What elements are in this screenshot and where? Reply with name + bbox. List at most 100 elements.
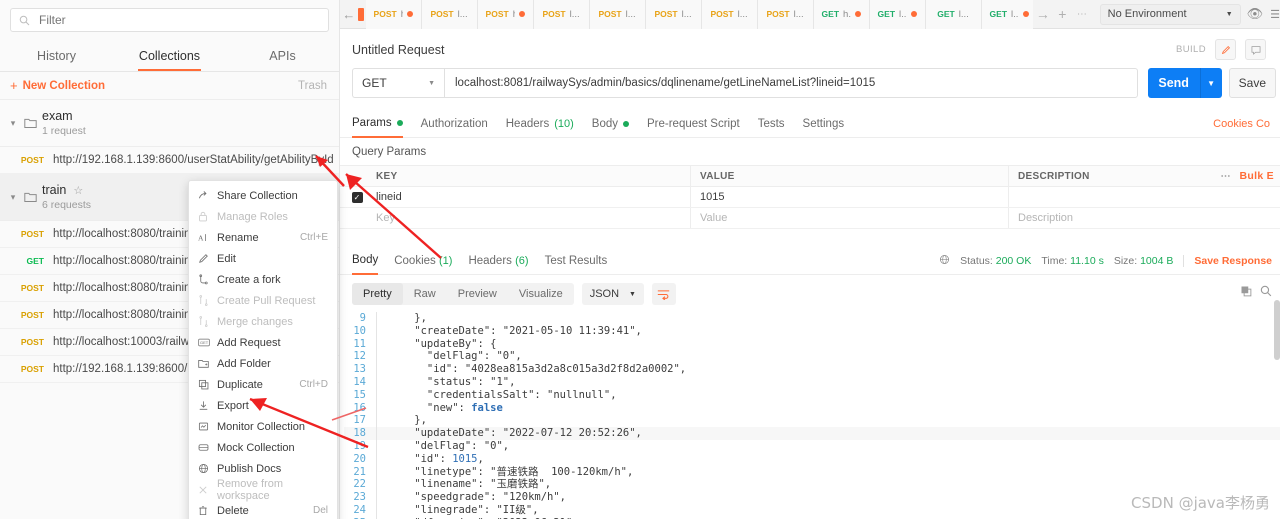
chevron-down-icon[interactable]: ▾ (6, 118, 20, 129)
view-mode-visualize[interactable]: Visualize (508, 283, 574, 305)
param-key-cell[interactable]: Key (374, 208, 691, 228)
tab-item[interactable]: POST l... (645, 0, 702, 29)
menu-item-mock-collection[interactable]: Mock Collection (189, 437, 337, 458)
tab-item[interactable]: POST h... (477, 0, 534, 29)
tab-item[interactable]: POST l... (757, 0, 814, 29)
time-badge: Time: 11.10 s (1041, 255, 1103, 267)
params-more-icon[interactable]: ⋯ (1221, 171, 1232, 182)
response-tab-body[interactable]: Body (352, 254, 379, 275)
menu-item-duplicate[interactable]: Duplicate Ctrl+D (189, 374, 337, 395)
save-response-button[interactable]: Save Response (1194, 255, 1272, 267)
menu-item-delete[interactable]: Delete Del (189, 500, 337, 519)
tab-item[interactable]: POST l... (589, 0, 646, 29)
table-row[interactable]: Key Value Description (340, 208, 1280, 229)
view-mode-raw[interactable]: Raw (403, 283, 447, 305)
save-button[interactable]: Save (1228, 68, 1276, 98)
menu-item-add-folder[interactable]: Add Folder (189, 353, 337, 374)
search-input[interactable] (37, 12, 320, 28)
layout-icon[interactable]: ☰ (1270, 8, 1280, 21)
view-mode-pretty[interactable]: Pretty (352, 283, 403, 305)
cookies-link[interactable]: Cookies Co (1213, 118, 1270, 130)
menu-item-create-a-fork[interactable]: Create a fork (189, 269, 337, 290)
tab-item[interactable]: POST l... (701, 0, 758, 29)
menu-item-export[interactable]: Export (189, 395, 337, 416)
menu-item-share-collection[interactable]: Share Collection (189, 185, 337, 206)
response-scrollbar[interactable] (1274, 300, 1280, 360)
menu-item-publish-docs[interactable]: Publish Docs (189, 458, 337, 479)
tab-params[interactable]: Params (352, 117, 403, 138)
tab-body[interactable]: Body (592, 118, 629, 137)
bulk-edit-button[interactable]: Bulk E (1240, 170, 1274, 182)
pencil-icon (198, 253, 217, 264)
param-value-cell[interactable]: Value (691, 208, 1009, 228)
chevron-down-icon[interactable]: ▾ (6, 192, 20, 203)
tab-item[interactable]: POST l... (421, 0, 478, 29)
eye-icon[interactable]: 👁 (1247, 6, 1264, 22)
param-description-cell[interactable] (1009, 187, 1280, 207)
menu-item-manage-roles[interactable]: Manage Roles (189, 206, 337, 227)
send-options-button[interactable]: ▼ (1199, 68, 1222, 98)
new-collection-button[interactable]: + New Collection (10, 78, 105, 93)
copy-icon[interactable] (1240, 285, 1252, 300)
collection-context-menu[interactable]: Share Collection Manage Roles A Rename C… (188, 180, 338, 519)
response-body-code[interactable]: 9 }, 10 "createDate": "2021-05-10 11:39:4… (340, 312, 1280, 519)
menu-item-monitor-collection[interactable]: Monitor Collection (189, 416, 337, 437)
sidebar-tab-history[interactable]: History (0, 42, 113, 71)
menu-item-merge-changes[interactable]: Merge changes (189, 311, 337, 332)
menu-item-create-pull-request[interactable]: Create Pull Request (189, 290, 337, 311)
tab-headers-label: Headers (505, 117, 550, 130)
sidebar-tab-collections[interactable]: Collections (113, 42, 226, 71)
menu-item-edit[interactable]: Edit (189, 248, 337, 269)
tab-label: l... (457, 8, 468, 20)
menu-item-add-request[interactable]: GET Add Request (189, 332, 337, 353)
tab-headers[interactable]: Headers (10) (506, 118, 574, 137)
edit-icon[interactable] (1215, 39, 1236, 60)
response-tab-headers[interactable]: Headers (6) (468, 255, 528, 274)
tab-tests[interactable]: Tests (758, 118, 785, 137)
param-key-cell[interactable]: lineid (374, 187, 691, 207)
tab-pre-request-script[interactable]: Pre-request Script (647, 118, 740, 137)
tab-settings[interactable]: Settings (803, 118, 845, 137)
response-format-selector[interactable]: JSON ▼ (581, 283, 644, 305)
sidebar-tab-apis[interactable]: APIs (226, 42, 339, 71)
tab-label: l... (625, 8, 636, 20)
response-tab-test-results[interactable]: Test Results (545, 255, 608, 274)
request-item[interactable]: POST http://192.168.1.139:8600/userStatA… (0, 147, 339, 174)
menu-item-label: Duplicate (217, 378, 263, 391)
tab-item[interactable]: POST h... (365, 0, 422, 29)
menu-item-rename[interactable]: A Rename Ctrl+E (189, 227, 337, 248)
tab-item[interactable]: GETh... (813, 0, 870, 29)
param-description-cell[interactable]: Description (1009, 208, 1280, 228)
plus-icon[interactable]: + (1053, 6, 1072, 22)
ellipsis-icon[interactable]: ⋯ (1072, 9, 1091, 20)
request-config-tabs: Params Authorization Headers (10) Body P… (340, 107, 1280, 138)
collection-request-count: 6 requests (42, 199, 92, 211)
collection-item-exam[interactable]: ▾ exam 1 request (0, 100, 339, 147)
tab-item[interactable]: POST l... (533, 0, 590, 29)
comment-icon[interactable] (1245, 39, 1266, 60)
method-selector[interactable]: GET ▼ (352, 68, 444, 98)
search-icon[interactable] (1260, 285, 1272, 300)
tab-item[interactable]: GETl... (869, 0, 926, 29)
environment-label: No Environment (1107, 8, 1187, 20)
send-button[interactable]: Send (1147, 68, 1200, 98)
param-value-cell[interactable]: 1015 (691, 187, 1009, 207)
folder-plus-icon (198, 358, 217, 369)
star-icon[interactable]: ☆ (73, 184, 83, 197)
response-tab-cookies[interactable]: Cookies (1) (394, 255, 452, 274)
row-checkbox[interactable]: ✓ (340, 191, 374, 203)
environment-selector[interactable]: No Environment ▼ (1099, 3, 1241, 25)
search-box[interactable] (10, 8, 329, 32)
tab-item[interactable]: GETl... (925, 0, 982, 29)
tab-item[interactable]: GETl... (981, 0, 1034, 29)
trash-button[interactable]: Trash (298, 80, 327, 92)
word-wrap-icon[interactable] (651, 283, 676, 305)
arrow-left-icon[interactable]: ← (340, 7, 358, 22)
menu-item-remove-from-workspace[interactable]: Remove from workspace (189, 478, 337, 502)
tab-authorization[interactable]: Authorization (421, 118, 488, 137)
url-input[interactable]: localhost:8081/railwaySys/admin/basics/d… (444, 68, 1138, 98)
tab-method: POST (710, 9, 734, 19)
table-row[interactable]: ✓ lineid 1015 (340, 187, 1280, 208)
arrow-right-icon[interactable]: → (1033, 6, 1052, 22)
view-mode-preview[interactable]: Preview (447, 283, 508, 305)
